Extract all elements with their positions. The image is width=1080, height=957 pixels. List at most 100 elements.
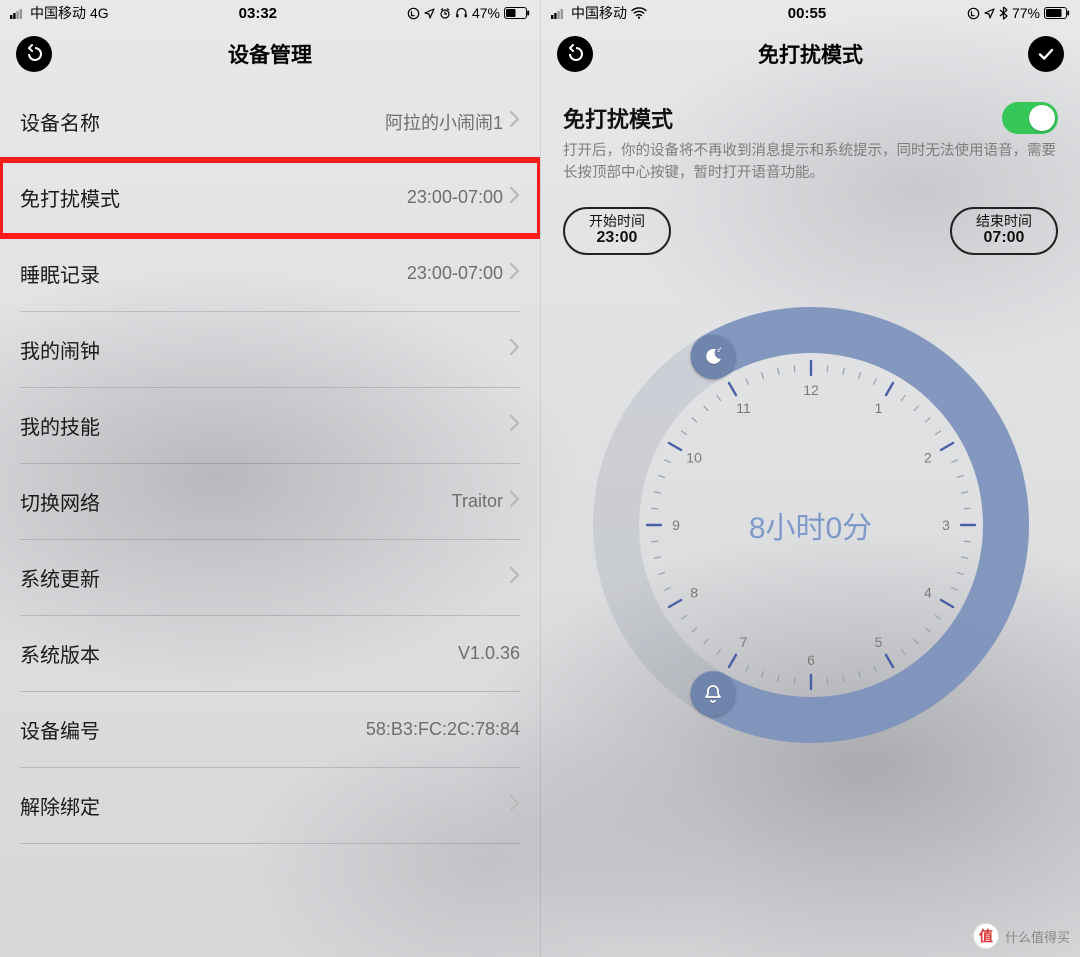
row-label: 系统更新	[20, 563, 100, 592]
watermark: 值 什么值得买	[973, 923, 1070, 949]
signal-icon	[551, 8, 567, 19]
row-value	[509, 566, 520, 589]
status-time: 03:32	[239, 5, 277, 22]
wifi-icon	[631, 7, 647, 19]
row-value: V1.0.36	[458, 643, 520, 664]
navbar: 设备管理	[0, 24, 540, 84]
end-time-label: 结束时间	[976, 213, 1032, 229]
dnd-section-title: 免打扰模式	[563, 102, 673, 134]
svg-text:7: 7	[739, 634, 747, 650]
page-title: 免打扰模式	[758, 39, 863, 69]
row-label: 我的技能	[20, 411, 100, 440]
row-label: 系统版本	[20, 639, 100, 668]
watermark-text: 什么值得买	[1005, 927, 1070, 946]
start-knob[interactable]: z z	[691, 335, 735, 379]
row-label: 免打扰模式	[20, 183, 120, 212]
confirm-button[interactable]	[1028, 36, 1064, 72]
row-label: 睡眠记录	[20, 259, 100, 288]
moon-icon: z z	[702, 346, 724, 368]
row-label: 我的闹钟	[20, 335, 100, 364]
start-time-button[interactable]: 开始时间 23:00	[563, 207, 671, 255]
row-value: 58:B3:FC:2C:78:84	[366, 719, 520, 740]
chevron-right-icon	[509, 110, 520, 133]
svg-text:12: 12	[803, 382, 819, 398]
orientation-lock-icon	[407, 7, 420, 20]
row-label: 解除绑定	[20, 791, 100, 820]
bell-icon	[702, 683, 724, 705]
svg-text:9: 9	[672, 517, 680, 533]
svg-text:4: 4	[924, 585, 932, 601]
back-button[interactable]	[557, 36, 593, 72]
carrier-label: 中国移动	[30, 3, 86, 23]
start-time-value: 23:00	[589, 229, 645, 247]
end-time-button[interactable]: 结束时间 07:00	[950, 207, 1058, 255]
end-time-value: 07:00	[976, 229, 1032, 247]
row-value	[509, 414, 520, 437]
settings-row-6[interactable]: 系统更新	[20, 540, 520, 616]
status-time: 00:55	[788, 5, 826, 22]
row-value	[509, 794, 520, 817]
bluetooth-icon	[999, 6, 1008, 20]
settings-row-9[interactable]: 解除绑定	[20, 768, 520, 844]
settings-row-2[interactable]: 睡眠记录 23:00-07:00	[20, 236, 520, 312]
headphones-icon	[455, 7, 468, 19]
svg-text:2: 2	[924, 450, 932, 466]
battery-icon	[504, 7, 530, 19]
battery-percent: 77%	[1012, 5, 1040, 21]
chevron-right-icon	[509, 490, 520, 513]
chevron-right-icon	[509, 566, 520, 589]
battery-icon	[1044, 7, 1070, 19]
settings-list: 设备名称 阿拉的小闹闹1 免打扰模式 23:00-07:00 睡眠记录 23:00-07:…	[0, 84, 540, 844]
start-time-label: 开始时间	[589, 213, 645, 229]
end-knob[interactable]	[691, 672, 735, 716]
svg-text:5: 5	[874, 634, 882, 650]
chevron-right-icon	[509, 338, 520, 361]
row-value: 23:00-07:00	[407, 262, 520, 285]
settings-row-1[interactable]: 免打扰模式 23:00-07:00	[0, 160, 540, 236]
signal-icon	[10, 8, 26, 19]
carrier-label: 中国移动	[571, 3, 627, 23]
location-icon	[984, 8, 995, 19]
settings-row-8: 设备编号 58:B3:FC:2C:78:84	[20, 692, 520, 768]
svg-text:1: 1	[874, 401, 882, 417]
dnd-description: 打开后，你的设备将不再收到消息提示和系统提示，同时无法使用语音，需要长按顶部中心…	[541, 140, 1080, 199]
chevron-right-icon	[509, 186, 520, 209]
page-title: 设备管理	[228, 39, 312, 69]
chevron-right-icon	[509, 262, 520, 285]
battery-percent: 47%	[472, 5, 500, 21]
watermark-badge-icon: 值	[973, 923, 999, 949]
settings-row-0[interactable]: 设备名称 阿拉的小闹闹1	[20, 84, 520, 160]
chevron-right-icon	[509, 414, 520, 437]
row-value: Traitor	[452, 490, 520, 513]
svg-text:10: 10	[686, 450, 702, 466]
dial-face: 121234567891011	[581, 295, 1041, 755]
network-label: 4G	[90, 5, 109, 21]
svg-text:6: 6	[807, 652, 815, 668]
row-label: 设备名称	[20, 107, 100, 136]
settings-row-4[interactable]: 我的技能	[20, 388, 520, 464]
settings-row-3[interactable]: 我的闹钟	[20, 312, 520, 388]
orientation-lock-icon	[967, 7, 980, 20]
statusbar: 中国移动 4G 03:32 47%	[0, 0, 540, 24]
row-label: 切换网络	[20, 487, 100, 516]
alarm-icon	[439, 7, 451, 19]
row-label: 设备编号	[20, 715, 100, 744]
row-value: 23:00-07:00	[407, 186, 520, 209]
screen-device-management: 中国移动 4G 03:32 47%	[0, 0, 540, 957]
navbar: 免打扰模式	[541, 24, 1080, 84]
row-value	[509, 338, 520, 361]
settings-row-5[interactable]: 切换网络 Traitor	[20, 464, 520, 540]
dnd-toggle[interactable]	[1002, 102, 1058, 134]
back-button[interactable]	[16, 36, 52, 72]
time-dial[interactable]: 121234567891011 8小时0分 z z	[581, 295, 1041, 755]
svg-text:3: 3	[942, 517, 950, 533]
svg-text:z: z	[720, 346, 722, 351]
svg-text:11: 11	[736, 401, 751, 417]
svg-text:8: 8	[690, 585, 698, 601]
location-icon	[424, 8, 435, 19]
screen-dnd-mode: 中国移动 00:55 77%	[540, 0, 1080, 957]
settings-row-7: 系统版本 V1.0.36	[20, 616, 520, 692]
chevron-right-icon	[509, 794, 520, 817]
row-value: 阿拉的小闹闹1	[385, 109, 520, 135]
statusbar: 中国移动 00:55 77%	[541, 0, 1080, 24]
